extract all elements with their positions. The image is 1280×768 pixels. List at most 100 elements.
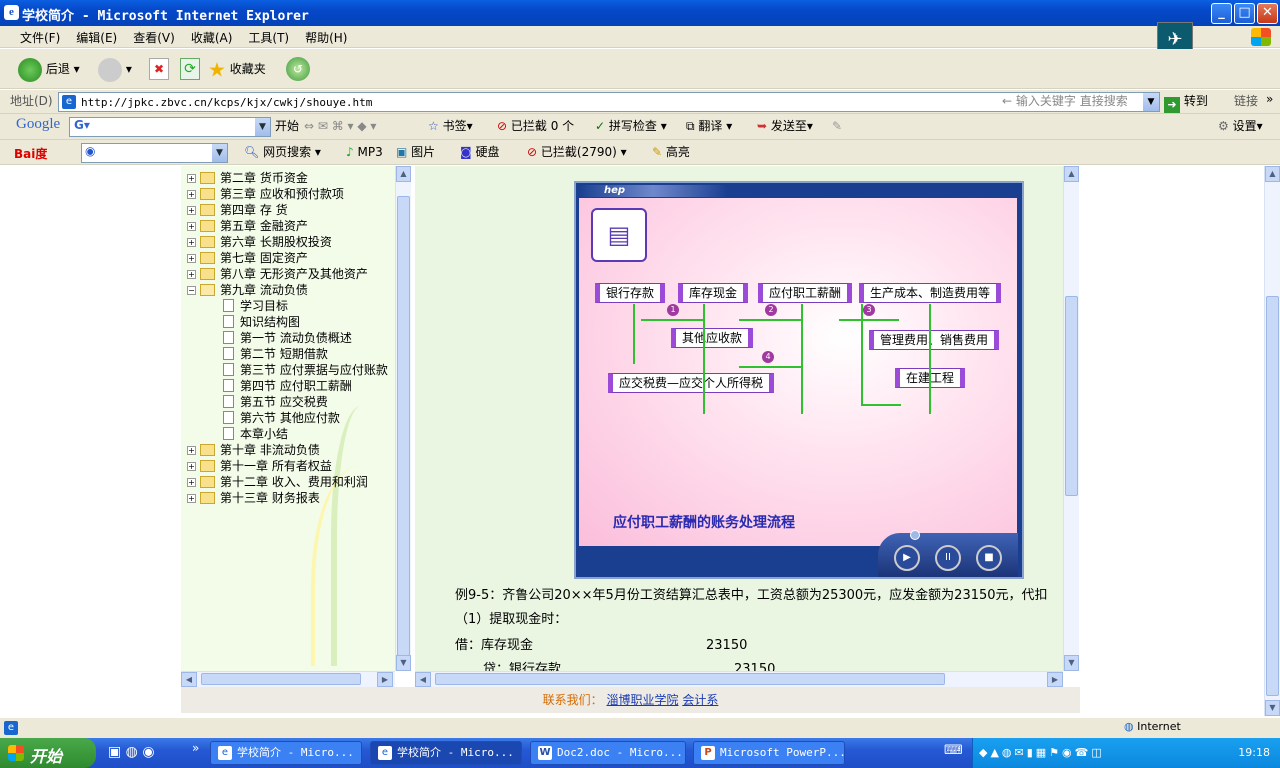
close-button[interactable]: ✕: [1257, 3, 1278, 24]
tree-item[interactable]: + 第五章 金融资产: [187, 218, 388, 234]
expand-icon[interactable]: +: [187, 254, 196, 263]
bookmarks-button[interactable]: ☆ 书签▾: [428, 115, 473, 137]
task-powerpoint[interactable]: Microsoft PowerP...: [693, 741, 845, 765]
tree-leaf[interactable]: 知识结构图: [187, 314, 388, 330]
scroll-thumb[interactable]: [435, 673, 945, 685]
scroll-up-icon[interactable]: ▲: [1265, 166, 1280, 182]
main-horizontal-scrollbar[interactable]: ◀ ▶: [415, 671, 1063, 687]
favorites-button[interactable]: ★ 收藏夹: [208, 56, 266, 82]
google-search-input[interactable]: G▾ ▼: [69, 117, 271, 137]
menu-help[interactable]: 帮助(H): [297, 26, 355, 46]
scroll-up-icon[interactable]: ▲: [396, 166, 411, 182]
tree-leaf[interactable]: 第六节 其他应付款: [187, 410, 388, 426]
pause-button[interactable]: II: [935, 545, 961, 571]
expand-icon[interactable]: +: [187, 462, 196, 471]
history-icon[interactable]: ↺: [286, 57, 310, 81]
tree-item-expanded[interactable]: − 第九章 流动负债: [187, 282, 388, 298]
scroll-down-icon[interactable]: ▼: [1064, 655, 1079, 671]
baidu-search-input[interactable]: ◉ ▼: [81, 143, 228, 163]
expand-icon[interactable]: +: [187, 446, 196, 455]
tree-leaf[interactable]: 学习目标: [187, 298, 388, 314]
refresh-icon[interactable]: ⟳: [180, 58, 200, 80]
scroll-thumb[interactable]: [1266, 296, 1279, 696]
expand-icon[interactable]: +: [187, 238, 196, 247]
tree-horizontal-scrollbar[interactable]: ◀ ▶: [181, 671, 395, 687]
tree-leaf[interactable]: 第二节 短期借款: [187, 346, 388, 362]
scroll-thumb[interactable]: [397, 196, 410, 656]
school-link[interactable]: 淄博职业学院: [606, 693, 678, 707]
expand-icon[interactable]: +: [187, 206, 196, 215]
tree-vertical-scrollbar[interactable]: ▲ ▼: [395, 166, 411, 671]
task-word[interactable]: Doc2.doc - Micro...: [530, 741, 686, 765]
tree-item[interactable]: + 第六章 长期股权投资: [187, 234, 388, 250]
stop-icon[interactable]: ✖: [149, 58, 169, 80]
tray-icons[interactable]: ◆▲◍✉▮▦⚑◉☎◫: [973, 746, 1105, 759]
collapse-icon[interactable]: −: [187, 286, 196, 295]
web-search-button[interactable]: 🔍︎ 网页搜索 ▾: [244, 141, 321, 163]
scroll-thumb[interactable]: [201, 673, 361, 685]
disk-button[interactable]: ◙ 硬盘: [460, 141, 500, 163]
search-hint[interactable]: ← 输入关键字 直接搜索: [1002, 90, 1128, 112]
browser-vertical-scrollbar[interactable]: ▲ ▼: [1264, 166, 1280, 716]
dept-link[interactable]: 会计系: [682, 693, 718, 707]
expand-icon[interactable]: +: [187, 174, 196, 183]
menu-favorites[interactable]: 收藏(A): [183, 26, 241, 46]
task-ie-2[interactable]: 学校简介 - Micro...: [370, 741, 522, 765]
scroll-down-icon[interactable]: ▼: [396, 655, 411, 671]
baidu-blocked-button[interactable]: ⊘ 已拦截(2790) ▾: [527, 141, 627, 163]
chevron-down-icon[interactable]: ▼: [212, 144, 227, 162]
main-vertical-scrollbar[interactable]: ▲ ▼: [1063, 166, 1079, 671]
highlight-button[interactable]: ✎ 高亮: [652, 141, 690, 163]
expand-icon[interactable]: +: [187, 190, 196, 199]
scroll-up-icon[interactable]: ▲: [1064, 166, 1079, 182]
expand-icon[interactable]: +: [187, 494, 196, 503]
keyboard-icon[interactable]: ⌨: [944, 743, 963, 758]
tree-leaf[interactable]: 第五节 应交税费: [187, 394, 388, 410]
quick-launch-icons[interactable]: ▣ ◍ ◉: [108, 744, 155, 760]
translate-button[interactable]: ⧉ 翻译 ▾: [686, 115, 732, 137]
tree-item[interactable]: + 第七章 固定资产: [187, 250, 388, 266]
google-tools-icons[interactable]: ⇔ ✉ ⌘ ▾ ◆ ▾: [304, 115, 376, 137]
back-button[interactable]: 后退 ▾: [18, 56, 80, 82]
send-to-button[interactable]: ➥ 发送至▾: [757, 115, 813, 137]
address-input[interactable]: http://jpkc.zbvc.cn/kcps/kjx/cwkj/shouye…: [58, 92, 1160, 112]
stop-button[interactable]: ■: [976, 545, 1002, 571]
scroll-left-icon[interactable]: ◀: [181, 672, 197, 687]
menu-view[interactable]: 查看(V): [125, 26, 183, 46]
address-dropdown-icon[interactable]: ▼: [1143, 93, 1159, 111]
links-label[interactable]: 链接: [1234, 90, 1258, 112]
play-button[interactable]: ▶: [894, 545, 920, 571]
spellcheck-button[interactable]: ✓ 拼写检查 ▾: [595, 115, 667, 137]
forward-button[interactable]: ▾: [98, 56, 132, 82]
tree-leaf[interactable]: 第四节 应付职工薪酬: [187, 378, 388, 394]
tree-leaf[interactable]: 第三节 应付票据与应付账款: [187, 362, 388, 378]
google-start-button[interactable]: 开始: [275, 115, 299, 137]
mp3-button[interactable]: ♪ MP3: [346, 141, 383, 163]
quick-launch-chevron-icon[interactable]: »: [192, 741, 199, 755]
expand-icon[interactable]: +: [187, 478, 196, 487]
tree-item[interactable]: + 第三章 应收和预付款项: [187, 186, 388, 202]
popup-blocked[interactable]: ⊘ 已拦截 0 个: [497, 115, 574, 137]
scroll-down-icon[interactable]: ▼: [1265, 700, 1280, 716]
tree-item[interactable]: + 第十三章 财务报表: [187, 490, 388, 506]
chevron-down-icon[interactable]: ▼: [255, 118, 270, 136]
scroll-right-icon[interactable]: ▶: [1047, 672, 1063, 687]
tree-leaf[interactable]: 第一节 流动负债概述: [187, 330, 388, 346]
tree-item[interactable]: + 第八章 无形资产及其他资产: [187, 266, 388, 282]
seek-handle[interactable]: [910, 530, 920, 540]
images-button[interactable]: ▣ 图片: [396, 141, 435, 163]
menu-edit[interactable]: 编辑(E): [68, 26, 125, 46]
menu-file[interactable]: 文件(F): [12, 26, 68, 46]
menu-tools[interactable]: 工具(T): [240, 26, 297, 46]
tree-item[interactable]: + 第十章 非流动负债: [187, 442, 388, 458]
highlighter-icon[interactable]: ✎: [832, 115, 842, 137]
tree-item[interactable]: + 第二章 货币资金: [187, 170, 388, 186]
minimize-button[interactable]: _: [1211, 3, 1232, 24]
tree-item[interactable]: + 第四章 存 货: [187, 202, 388, 218]
tree-item[interactable]: + 第十二章 收入、费用和利润: [187, 474, 388, 490]
tree-leaf[interactable]: 本章小结: [187, 426, 388, 442]
task-ie-1[interactable]: 学校简介 - Micro...: [210, 741, 362, 765]
scroll-thumb[interactable]: [1065, 296, 1078, 496]
scroll-right-icon[interactable]: ▶: [377, 672, 393, 687]
settings-button[interactable]: ⚙ 设置▾: [1218, 115, 1263, 137]
